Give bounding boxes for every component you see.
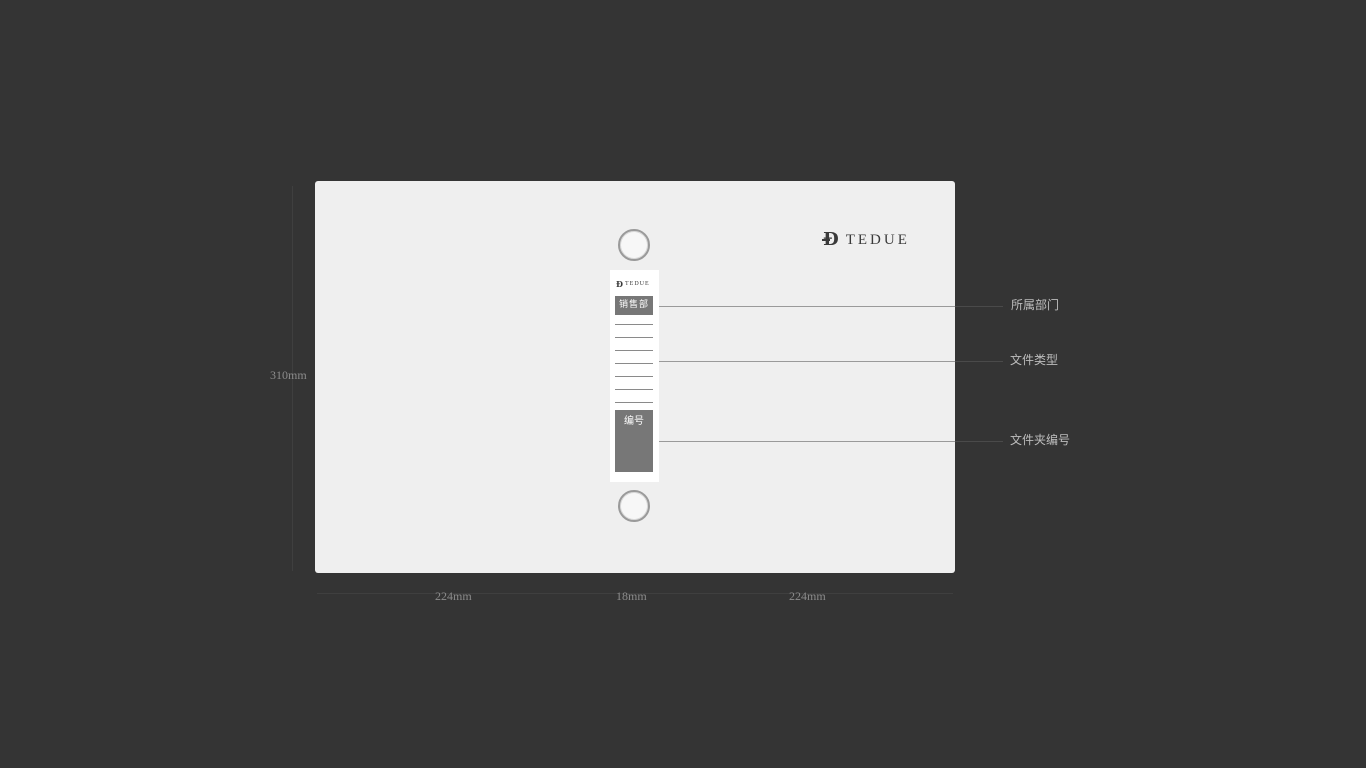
write-line [615, 350, 653, 351]
height-dimension-label: 310mm [270, 368, 307, 382]
spine-brand-name: TEDUE [625, 281, 650, 287]
brand-name: TEDUE [845, 231, 910, 248]
folder-number-callout: 文件夹编号 [1010, 433, 1071, 447]
bottom-ring-hole-icon [618, 490, 650, 522]
folder-number-leader-line [659, 441, 955, 442]
spine-width-dimension-label: 18mm [616, 589, 647, 603]
write-line [615, 376, 653, 377]
file-type-leader-line-ext [955, 361, 1003, 362]
spine-brand-mark-icon: Đ [616, 279, 623, 289]
right-width-dimension-label: 224mm [789, 589, 826, 603]
top-ring-hole-icon [618, 229, 650, 261]
department-callout: 所属部门 [1011, 298, 1060, 312]
write-line [615, 363, 653, 364]
write-line [615, 324, 653, 325]
spine-label: Đ TEDUE 销售部 编号 [610, 270, 659, 482]
write-line [615, 337, 653, 338]
stage: Đ TEDUE Đ TEDUE 销售部 编号 所属部门 文件类型 文件夹编号 3… [0, 0, 1366, 768]
file-type-leader-line [659, 361, 955, 362]
left-width-dimension-label: 224mm [435, 589, 472, 603]
department-leader-line [659, 306, 955, 307]
department-leader-line-ext [955, 306, 1003, 307]
number-box: 编号 [615, 410, 653, 472]
brand-mark-icon: Đ [822, 229, 839, 250]
file-type-callout: 文件类型 [1010, 353, 1059, 367]
department-box: 销售部 [615, 296, 653, 315]
brand-logo: Đ TEDUE [822, 229, 910, 250]
write-line [615, 402, 653, 403]
spine-brand-logo: Đ TEDUE [616, 280, 656, 288]
folder-number-leader-line-ext [955, 441, 1003, 442]
write-line [615, 389, 653, 390]
